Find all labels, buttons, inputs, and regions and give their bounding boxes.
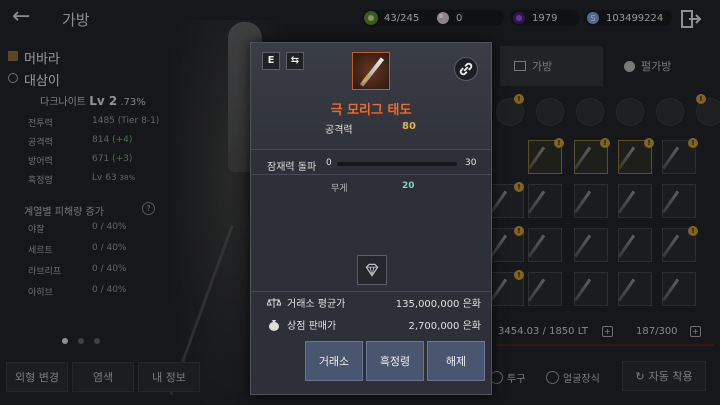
shop-price-row: 상점 판매가 2,700,000 은화	[267, 317, 481, 332]
potential-label: 잠재력 돌파	[267, 162, 317, 173]
weight-label: 무게	[331, 184, 348, 194]
divider	[251, 149, 491, 150]
link-chain-icon[interactable]	[454, 57, 478, 81]
shop-price-value: 2,700,000 은화	[408, 321, 481, 332]
divider	[251, 174, 491, 175]
market-price-label: 거래소 평균가	[287, 299, 346, 310]
potential-bar	[337, 162, 457, 166]
potential-min: 0	[326, 158, 332, 168]
unequip-button[interactable]: 해제	[427, 341, 485, 381]
attack-label: 공격력	[325, 125, 353, 136]
item-tooltip: E ⇆ 극 모리그 태도 공격력 80 잠재력 돌파 0 30 무게 20 거래…	[250, 42, 492, 395]
grade-badge: E	[262, 52, 280, 70]
weight-value: 20	[402, 181, 415, 191]
attack-value: 80	[402, 121, 416, 132]
scale-icon	[267, 297, 281, 308]
swap-arrows-icon[interactable]: ⇆	[286, 52, 304, 70]
item-name: 극 모리그 태도	[330, 103, 412, 118]
black-spirit-button[interactable]: 흑정령	[366, 341, 424, 381]
gem-socket-icon[interactable]	[357, 255, 387, 285]
money-bag-icon	[269, 319, 279, 331]
marketplace-button[interactable]: 거래소	[305, 341, 363, 381]
market-price-value: 135,000,000 은화	[395, 299, 481, 310]
potential-max: 30	[465, 158, 477, 168]
divider	[251, 291, 491, 292]
shop-price-label: 상점 판매가	[287, 321, 337, 332]
sword-item-icon	[352, 52, 390, 90]
market-price-row: 거래소 평균가 135,000,000 은화	[267, 295, 481, 310]
